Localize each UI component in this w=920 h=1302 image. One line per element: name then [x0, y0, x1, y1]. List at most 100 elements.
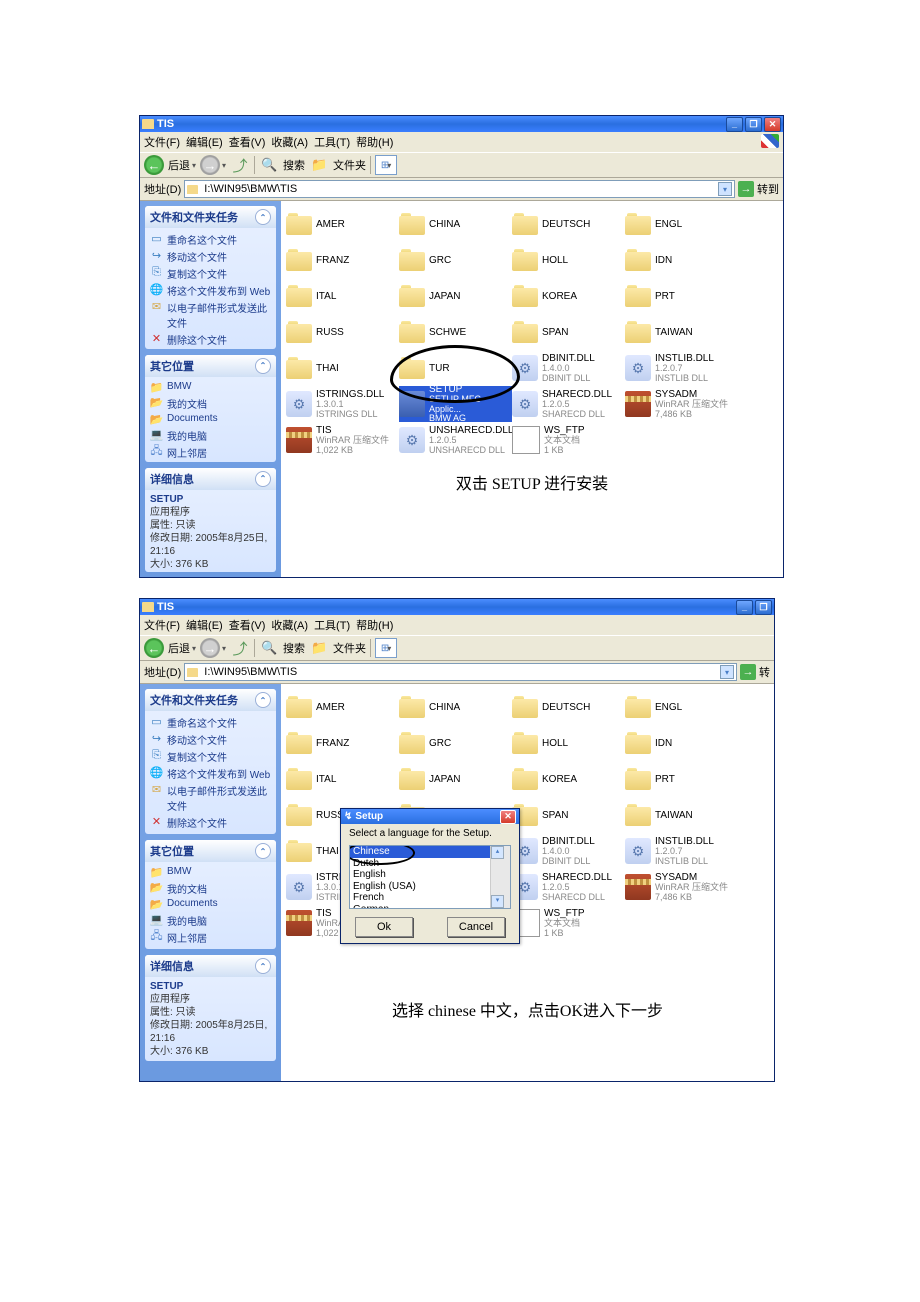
place-mydocs[interactable]: 📂我的文档	[150, 395, 271, 412]
lang-german[interactable]: German	[350, 904, 510, 910]
folders-label[interactable]: 文件夹	[333, 640, 366, 656]
folders-icon[interactable]: 📁	[309, 155, 329, 175]
dialog-titlebar[interactable]: ↯ Setup ✕	[341, 809, 519, 824]
folder-item[interactable]: TAIWAN	[625, 314, 738, 350]
chevron-up-icon[interactable]: ⌃	[255, 843, 271, 859]
scroll-down-icon[interactable]: ▾	[491, 895, 504, 908]
go-button[interactable]: →	[738, 181, 754, 197]
back-dropdown[interactable]: ▾	[192, 644, 196, 653]
folder-item[interactable]: ENGL	[625, 206, 738, 242]
file-item[interactable]: TISWinRAR 压缩文件1,022 KB	[286, 422, 399, 458]
menu-help[interactable]: 帮助(H)	[356, 134, 393, 150]
menu-file[interactable]: 文件(F)	[144, 134, 180, 150]
task-publish[interactable]: 🌐将这个文件发布到 Web	[150, 765, 271, 782]
menu-edit[interactable]: 编辑(E)	[186, 617, 223, 633]
view-menu[interactable]: ⊞▾	[375, 155, 397, 175]
forward-button[interactable]: →	[200, 638, 220, 658]
place-bmw[interactable]: 📁BMW	[150, 380, 271, 395]
folder-item[interactable]: IDN	[625, 725, 738, 761]
fwd-dropdown[interactable]: ▾	[222, 161, 226, 170]
folder-item[interactable]: CHINA	[399, 206, 512, 242]
task-rename[interactable]: ▭重命名这个文件	[150, 714, 271, 731]
place-mydocs[interactable]: 📂我的文档	[150, 880, 271, 897]
language-listbox[interactable]: Chinese Dutch English English (USA) Fren…	[349, 845, 511, 909]
file-item[interactable]: INSTLIB.DLL1.2.0.7INSTLIB DLL	[625, 833, 738, 869]
folder-item[interactable]: ITAL	[286, 761, 399, 797]
cancel-button[interactable]: Cancel	[447, 917, 505, 937]
chevron-up-icon[interactable]: ⌃	[255, 958, 271, 974]
folder-item[interactable]: PRT	[625, 278, 738, 314]
places-header[interactable]: 其它位置⌃	[145, 840, 276, 862]
file-item[interactable]: ISTRINGS.DLL1.3.0.1ISTRINGS DLL	[286, 386, 399, 422]
folder-item[interactable]: GRC	[399, 725, 512, 761]
folder-item[interactable]: ENGL	[625, 689, 738, 725]
folder-item[interactable]: KOREA	[512, 761, 625, 797]
places-header[interactable]: 其它位置⌃	[145, 355, 276, 377]
minimize-button[interactable]: _	[736, 600, 753, 615]
task-move[interactable]: ↪移动这个文件	[150, 731, 271, 748]
lang-english-usa[interactable]: English (USA)	[350, 881, 510, 893]
folder-item[interactable]: IDN	[625, 242, 738, 278]
place-mycomp[interactable]: 💻我的电脑	[150, 912, 271, 929]
titlebar[interactable]: TIS _ ❐	[140, 599, 774, 615]
details-header[interactable]: 详细信息⌃	[145, 955, 276, 977]
chevron-up-icon[interactable]: ⌃	[255, 692, 271, 708]
up-button[interactable]: ⤴	[230, 155, 250, 175]
lang-english[interactable]: English	[350, 869, 510, 881]
file-item[interactable]: DBINIT.DLL1.4.0.0DBINIT DLL	[512, 350, 625, 386]
file-item[interactable]: WS_FTP文本文档1 KB	[512, 422, 625, 458]
folder-item[interactable]: SPAN	[512, 314, 625, 350]
file-item[interactable]: UNSHARECD.DLL1.2.0.5UNSHARECD DLL	[399, 422, 512, 458]
back-dropdown[interactable]: ▾	[192, 161, 196, 170]
folder-item[interactable]: THAI	[286, 350, 399, 386]
file-item[interactable]: SYSADMWinRAR 压缩文件7,486 KB	[625, 386, 738, 422]
folder-item[interactable]: RUSS	[286, 314, 399, 350]
task-delete[interactable]: ✕删除这个文件	[150, 331, 271, 348]
fwd-dropdown[interactable]: ▾	[222, 644, 226, 653]
folder-item[interactable]: SPAN	[512, 797, 625, 833]
lang-french[interactable]: French	[350, 892, 510, 904]
minimize-button[interactable]: _	[726, 117, 743, 132]
menu-fav[interactable]: 收藏(A)	[271, 134, 308, 150]
place-bmw[interactable]: 📁BMW	[150, 865, 271, 880]
task-copy[interactable]: ⎘复制这个文件	[150, 265, 271, 282]
back-button[interactable]: ←	[144, 155, 164, 175]
menu-view[interactable]: 查看(V)	[229, 134, 266, 150]
folder-item[interactable]: JAPAN	[399, 278, 512, 314]
back-button[interactable]: ←	[144, 638, 164, 658]
task-copy[interactable]: ⎘复制这个文件	[150, 748, 271, 765]
folder-item[interactable]: GRC	[399, 242, 512, 278]
folder-item[interactable]: KOREA	[512, 278, 625, 314]
folder-item[interactable]: FRANZ	[286, 725, 399, 761]
search-icon[interactable]: 🔍	[259, 155, 279, 175]
tasks-header[interactable]: 文件和文件夹任务⌃	[145, 689, 276, 711]
file-item[interactable]: SHARECD.DLL1.2.0.5SHARECD DLL	[512, 386, 625, 422]
folder-item[interactable]: PRT	[625, 761, 738, 797]
close-button[interactable]: ✕	[764, 117, 781, 132]
task-publish[interactable]: 🌐将这个文件发布到 Web	[150, 282, 271, 299]
menu-view[interactable]: 查看(V)	[229, 617, 266, 633]
folders-icon[interactable]: 📁	[309, 638, 329, 658]
maximize-button[interactable]: ❐	[745, 117, 762, 132]
task-rename[interactable]: ▭重命名这个文件	[150, 231, 271, 248]
view-menu[interactable]: ⊞▾	[375, 638, 397, 658]
folder-item[interactable]: CHINA	[399, 689, 512, 725]
address-input[interactable]: I:\WIN95\BMW\TIS ▾	[184, 663, 737, 681]
folder-item[interactable]: TAIWAN	[625, 797, 738, 833]
task-email[interactable]: ✉以电子邮件形式发送此文件	[150, 782, 271, 814]
folder-item[interactable]: HOLL	[512, 242, 625, 278]
file-list[interactable]: AMERCHINADEUTSCHENGLFRANZGRCHOLLIDNITALJ…	[281, 684, 774, 1081]
menu-edit[interactable]: 编辑(E)	[186, 134, 223, 150]
folder-item[interactable]: JAPAN	[399, 761, 512, 797]
place-mycomp[interactable]: 💻我的电脑	[150, 427, 271, 444]
folder-item[interactable]: AMER	[286, 206, 399, 242]
scroll-up-icon[interactable]: ▴	[491, 846, 504, 859]
details-header[interactable]: 详细信息⌃	[145, 468, 276, 490]
up-button[interactable]: ⤴	[230, 638, 250, 658]
chevron-up-icon[interactable]: ⌃	[255, 471, 271, 487]
folder-item[interactable]: FRANZ	[286, 242, 399, 278]
search-label[interactable]: 搜索	[283, 157, 305, 173]
folder-item[interactable]: AMER	[286, 689, 399, 725]
dialog-close-button[interactable]: ✕	[500, 810, 516, 824]
folder-item[interactable]: HOLL	[512, 725, 625, 761]
